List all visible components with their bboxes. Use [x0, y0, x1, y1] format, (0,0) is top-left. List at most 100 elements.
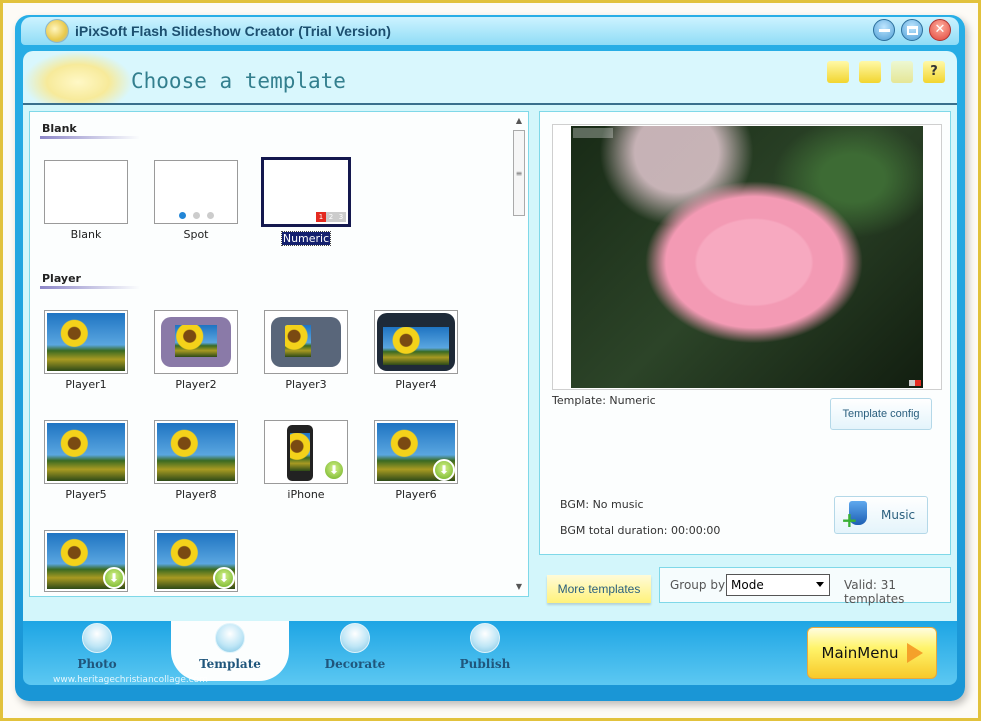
template-thumbnail	[44, 310, 128, 374]
app-logo-icon	[45, 19, 69, 43]
template-player4[interactable]: Player4	[374, 310, 458, 391]
template-item[interactable]: ⬇	[44, 530, 128, 592]
template-thumbnail	[154, 420, 238, 484]
chevron-down-icon	[816, 582, 824, 587]
group-by-label: Group by	[670, 578, 726, 592]
template-label: Blank	[70, 228, 102, 241]
template-thumbnail: ⬇	[264, 420, 348, 484]
template-label: Player5	[65, 488, 107, 501]
bgm-label: BGM: No music	[560, 498, 644, 511]
group-by-value: Mode	[731, 578, 764, 592]
template-thumbnail: 1 2 3	[261, 157, 351, 227]
close-button[interactable]: ✕	[929, 19, 951, 41]
folder-icon[interactable]	[827, 61, 849, 83]
content-area: Blank Blank Spot 1 2 3 Numeric Player Pl…	[23, 105, 957, 621]
help-icon[interactable]: ?	[923, 61, 945, 83]
title-bar[interactable]: iPixSoft Flash Slideshow Creator (Trial …	[21, 17, 959, 45]
template-iphone[interactable]: ⬇ iPhone	[264, 420, 348, 501]
template-label: Spot	[183, 228, 209, 241]
music-button[interactable]: + Music	[834, 496, 928, 534]
download-icon[interactable]: ⬇	[213, 567, 235, 589]
section-title-blank: Blank	[42, 122, 77, 135]
template-player5[interactable]: Player5	[44, 420, 128, 501]
bgm-duration-label: BGM total duration: 00:00:00	[560, 524, 721, 537]
template-label: Player6	[395, 488, 437, 501]
template-name-label: Template: Numeric	[552, 394, 656, 407]
gallery-scrollbar[interactable]: ▲ ≡ ▼	[512, 114, 526, 594]
template-player6[interactable]: ⬇ Player6	[374, 420, 458, 501]
template-label: Numeric	[280, 231, 332, 246]
template-thumbnail: ⬇	[154, 530, 238, 592]
photo-globe-icon	[82, 623, 112, 653]
template-label: Player8	[175, 488, 217, 501]
group-by-select[interactable]: Mode	[726, 574, 830, 596]
template-spot[interactable]: Spot	[154, 160, 238, 241]
scroll-down-icon[interactable]: ▼	[512, 580, 526, 594]
template-config-button[interactable]: Template config	[830, 398, 932, 430]
minimize-icon	[879, 29, 890, 32]
valid-count: Valid: 31 templates	[844, 578, 905, 606]
number-badge: 1	[316, 212, 326, 222]
arrow-right-icon	[906, 643, 923, 663]
page-dot	[178, 212, 186, 219]
page-dot	[192, 212, 200, 219]
flower-logo-icon	[23, 51, 133, 103]
download-icon[interactable]: ⬇	[323, 459, 345, 481]
app-window: iPixSoft Flash Slideshow Creator (Trial …	[15, 15, 965, 701]
template-blank[interactable]: Blank	[44, 160, 128, 241]
template-player2[interactable]: Player2	[154, 310, 238, 391]
template-label: Player1	[65, 378, 107, 391]
download-icon[interactable]: ⬇	[103, 567, 125, 589]
tab-decorate[interactable]: Decorate	[305, 621, 405, 681]
minimize-button[interactable]	[873, 19, 895, 41]
template-thumbnail: ⬇	[44, 530, 128, 592]
template-thumbnail	[44, 420, 128, 484]
tab-label: Decorate	[324, 657, 386, 671]
template-player3[interactable]: Player3	[264, 310, 348, 391]
main-menu-button[interactable]: MainMenu	[807, 627, 937, 679]
more-templates-button[interactable]: More templates	[547, 575, 651, 603]
tab-publish[interactable]: Publish	[435, 621, 535, 681]
preview-image	[571, 126, 923, 388]
template-globe-icon	[215, 623, 245, 653]
template-item[interactable]: ⬇	[154, 530, 238, 592]
template-thumbnail	[264, 310, 348, 374]
template-label: iPhone	[287, 488, 325, 501]
restore-icon	[907, 26, 918, 35]
tab-label: Photo	[77, 657, 117, 671]
window-title: iPixSoft Flash Slideshow Creator (Trial …	[75, 23, 391, 39]
download-icon[interactable]: ⬇	[433, 459, 455, 481]
template-label: Player3	[285, 378, 327, 391]
scroll-up-icon[interactable]: ▲	[512, 114, 526, 128]
main-menu-label: MainMenu	[821, 644, 899, 662]
close-icon: ✕	[934, 22, 946, 37]
tab-template[interactable]: Template	[171, 621, 289, 681]
template-thumbnail	[154, 160, 238, 224]
number-badge: 3	[336, 212, 346, 222]
template-player8[interactable]: Player8	[154, 420, 238, 501]
music-button-label: Music	[881, 508, 916, 522]
bottom-nav: Photo Template Decorate Publish www.heri…	[23, 621, 957, 685]
page-indicator	[915, 380, 921, 386]
heart-icon	[340, 623, 370, 653]
template-player1[interactable]: Player1	[44, 310, 128, 391]
preview-frame	[552, 124, 942, 390]
tab-label: Template	[199, 657, 261, 671]
tab-photo[interactable]: Photo	[47, 621, 147, 681]
template-numeric[interactable]: 1 2 3 Numeric	[261, 157, 351, 246]
template-thumbnail	[374, 310, 458, 374]
template-label: Player2	[175, 378, 217, 391]
group-by-bar: Group by Mode Valid: 31 templates	[659, 567, 951, 606]
pin-icon[interactable]	[891, 61, 913, 83]
template-label: Player4	[395, 378, 437, 391]
scrollbar-thumb[interactable]: ≡	[513, 130, 525, 216]
page-title: Choose a template	[131, 69, 346, 93]
section-divider	[40, 136, 140, 139]
page-dot	[206, 212, 214, 219]
restore-button[interactable]	[901, 19, 923, 41]
publish-globe-icon	[470, 623, 500, 653]
template-gallery: Blank Blank Spot 1 2 3 Numeric Player Pl…	[29, 111, 529, 597]
music-add-icon: +	[841, 501, 869, 530]
template-thumbnail: ⬇	[374, 420, 458, 484]
note-icon[interactable]	[859, 61, 881, 83]
